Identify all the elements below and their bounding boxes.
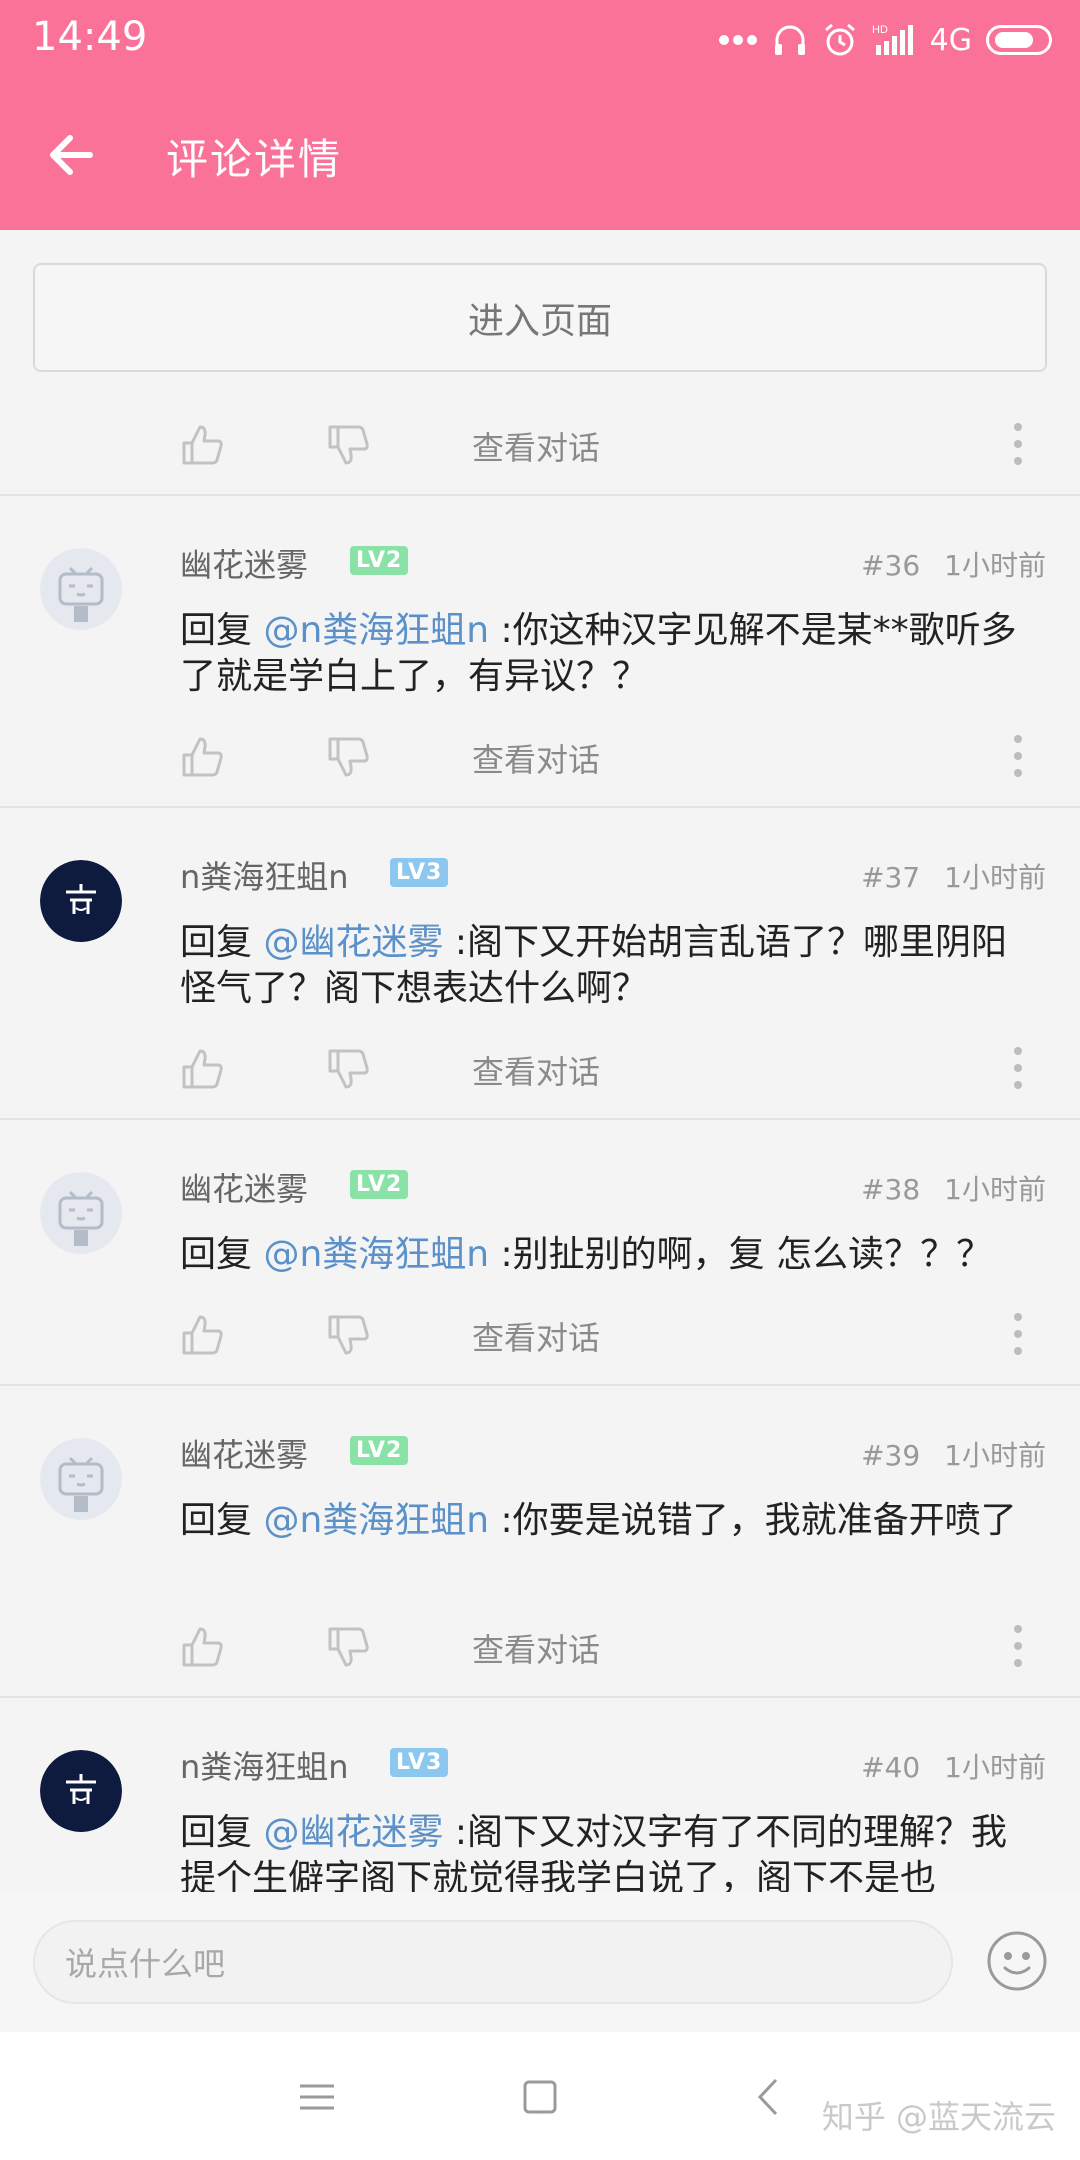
- dislike-icon[interactable]: [326, 735, 370, 779]
- comment-input-bar: 说点什么吧: [0, 1892, 1080, 2032]
- view-dialog-link[interactable]: 查看对话: [472, 423, 600, 469]
- action-row: 查看对话: [0, 1607, 1080, 1687]
- level-badge: LV2: [350, 1170, 409, 1199]
- comment-meta: #38 1小时前: [861, 1168, 1046, 1208]
- avatar[interactable]: [40, 1172, 122, 1254]
- like-icon[interactable]: [180, 735, 224, 779]
- reply-prefix: 回复: [180, 610, 264, 651]
- view-dialog-link[interactable]: 查看对话: [472, 735, 600, 781]
- avatar[interactable]: [40, 860, 122, 942]
- back-arrow-icon[interactable]: [40, 120, 110, 190]
- headphones-icon: [772, 22, 808, 58]
- comment-text: 回复 @n粪海狂蛆n :你这种汉字见解不是某**歌听多了就是学白上了，有异议？？: [180, 608, 1030, 700]
- floor-number: #38: [861, 1173, 921, 1206]
- avatar[interactable]: [40, 548, 122, 630]
- signal-icon: HD: [872, 23, 916, 57]
- more-options-icon[interactable]: [1006, 1309, 1030, 1359]
- username[interactable]: 幽花迷雾: [180, 1430, 308, 1476]
- comment-body: :你要是说错了，我就准备开喷了: [489, 1500, 1017, 1541]
- mention-link[interactable]: @幽花迷雾: [263, 922, 443, 963]
- comment-text: 回复 @n粪海狂蛆n :你要是说错了，我就准备开喷了: [180, 1498, 1030, 1544]
- comment-body: :别扯别的啊，复 怎么读？？？: [489, 1234, 993, 1275]
- avatar[interactable]: [40, 1750, 122, 1832]
- comment-meta: #37 1小时前: [861, 856, 1046, 896]
- mention-link[interactable]: @n粪海狂蛆n: [263, 1234, 489, 1275]
- nav-bar: 评论详情: [0, 90, 1080, 220]
- comment-meta: #36 1小时前: [861, 544, 1046, 584]
- like-icon[interactable]: [180, 423, 224, 467]
- level-badge: LV2: [350, 1436, 409, 1465]
- status-bar: 14:49 HD 4G: [0, 0, 1080, 80]
- timestamp: 1小时前: [944, 861, 1046, 894]
- timestamp: 1小时前: [944, 1173, 1046, 1206]
- action-row: 查看对话: [0, 717, 1080, 797]
- level-badge: LV3: [390, 1748, 449, 1777]
- comment-text: 回复 @幽花迷雾 :阁下又对汉字有了不同的理解？我提个生僻字阁下就觉得我学白说了…: [180, 1810, 1030, 1892]
- action-row: 查看对话: [0, 405, 1080, 485]
- action-row: 查看对话: [0, 1295, 1080, 1375]
- dislike-icon[interactable]: [326, 1313, 370, 1357]
- avatar[interactable]: [40, 1438, 122, 1520]
- username[interactable]: 幽花迷雾: [180, 1164, 308, 1210]
- view-dialog-link[interactable]: 查看对话: [472, 1625, 600, 1671]
- reply-prefix: 回复: [180, 1234, 264, 1275]
- battery-icon: [986, 25, 1052, 55]
- status-time: 14:49: [32, 14, 148, 60]
- like-icon[interactable]: [180, 1047, 224, 1091]
- watermark: 知乎 @蓝天流云: [821, 2098, 1056, 2136]
- enter-page-button[interactable]: 进入页面: [33, 263, 1047, 372]
- page-title: 评论详情: [166, 135, 343, 184]
- reply-prefix: 回复: [180, 1500, 264, 1541]
- username[interactable]: 幽花迷雾: [180, 540, 308, 586]
- network-type: 4G: [929, 22, 972, 58]
- dislike-icon[interactable]: [326, 1625, 370, 1669]
- comment-input[interactable]: 说点什么吧: [33, 1920, 953, 2004]
- username[interactable]: n粪海狂蛆n: [180, 852, 349, 898]
- reply-prefix: 回复: [180, 922, 264, 963]
- menu-icon[interactable]: [294, 2074, 340, 2120]
- more-options-icon[interactable]: [1006, 1043, 1030, 1093]
- action-row: 查看对话: [0, 1029, 1080, 1109]
- mention-link[interactable]: @n粪海狂蛆n: [263, 610, 489, 651]
- level-badge: LV3: [390, 858, 449, 887]
- like-icon[interactable]: [180, 1313, 224, 1357]
- svg-text:HD: HD: [872, 24, 888, 36]
- comment-meta: #39 1小时前: [861, 1434, 1046, 1474]
- floor-number: #39: [861, 1439, 921, 1472]
- timestamp: 1小时前: [944, 1751, 1046, 1784]
- view-dialog-link[interactable]: 查看对话: [472, 1047, 600, 1093]
- dislike-icon[interactable]: [326, 423, 370, 467]
- more-dots-icon: [718, 34, 758, 46]
- mention-link[interactable]: @幽花迷雾: [263, 1812, 443, 1853]
- reply-prefix: 回复: [180, 1812, 264, 1853]
- comment-meta: #40 1小时前: [861, 1746, 1046, 1786]
- floor-number: #40: [861, 1751, 921, 1784]
- floor-number: #36: [861, 549, 921, 582]
- view-dialog-link[interactable]: 查看对话: [472, 1313, 600, 1359]
- more-options-icon[interactable]: [1006, 1621, 1030, 1671]
- timestamp: 1小时前: [944, 1439, 1046, 1472]
- app-header: 14:49 HD 4G 评论详情: [0, 0, 1080, 230]
- more-options-icon[interactable]: [1006, 419, 1030, 469]
- floor-number: #37: [861, 861, 921, 894]
- back-icon[interactable]: [746, 2074, 792, 2120]
- dislike-icon[interactable]: [326, 1047, 370, 1091]
- emoji-icon[interactable]: [986, 1930, 1048, 1992]
- more-options-icon[interactable]: [1006, 731, 1030, 781]
- status-icons: HD 4G: [718, 18, 1052, 62]
- comment-item: n粪海狂蛆n LV3 #40 1小时前 回复 @幽花迷雾 :阁下又对汉字有了不同的…: [0, 1698, 1080, 1892]
- level-badge: LV2: [350, 546, 409, 575]
- alarm-icon: [822, 22, 858, 58]
- mention-link[interactable]: @n粪海狂蛆n: [263, 1500, 489, 1541]
- timestamp: 1小时前: [944, 549, 1046, 582]
- comment-text: 回复 @幽花迷雾 :阁下又开始胡言乱语了？哪里阴阳怪气了？阁下想表达什么啊？: [180, 920, 1030, 1012]
- comment-text: 回复 @n粪海狂蛆n :别扯别的啊，复 怎么读？？？: [180, 1232, 1030, 1278]
- home-icon[interactable]: [517, 2074, 563, 2120]
- username[interactable]: n粪海狂蛆n: [180, 1742, 349, 1788]
- like-icon[interactable]: [180, 1625, 224, 1669]
